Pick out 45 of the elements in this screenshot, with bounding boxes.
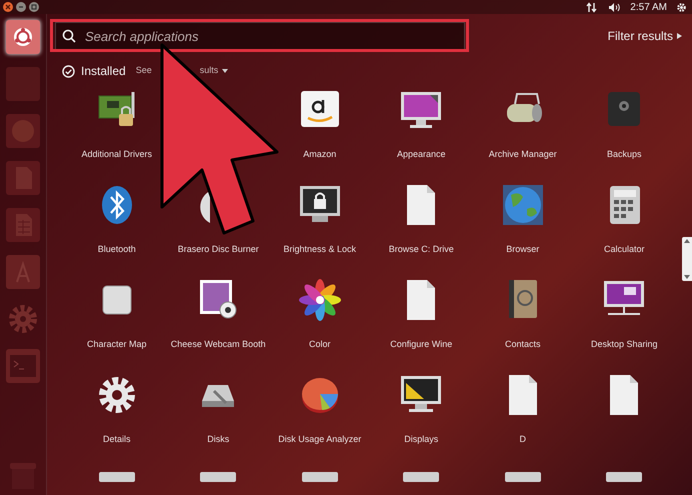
app-label[interactable]: Appearance	[396, 148, 446, 162]
app-label[interactable]: Disks	[207, 433, 230, 446]
scroll-up-icon[interactable]	[684, 239, 690, 243]
app-label[interactable]: D	[520, 433, 526, 446]
app-label[interactable]: Bluetooth	[98, 243, 136, 256]
app-label[interactable]: Brasero Disc Burner	[178, 243, 259, 256]
app-label[interactable]: Desktop Sharing	[590, 338, 658, 352]
close-icon[interactable]	[3, 2, 13, 12]
clock-time[interactable]: 2:57 AM	[630, 0, 667, 14]
app-label[interactable]: Calculator	[604, 243, 645, 256]
app-label[interactable]: Displays	[404, 433, 438, 446]
section-title: Installed	[81, 63, 126, 80]
app-label[interactable]: Details	[102, 433, 130, 446]
dash-logo-icon[interactable]	[6, 20, 40, 54]
volume-icon[interactable]	[608, 2, 622, 12]
app-label[interactable]: Color	[308, 338, 330, 352]
app-label[interactable]: Browser	[506, 243, 540, 256]
check-circle-icon	[62, 64, 75, 78]
app-label[interactable]: Cheese Webcam Booth	[170, 338, 266, 352]
search-field[interactable]: Search applications	[55, 22, 465, 50]
maximize-icon[interactable]	[29, 2, 39, 12]
flower-icon[interactable]	[298, 278, 342, 322]
globe-icon[interactable]	[500, 183, 545, 227]
app-label[interactable]: Amazon	[303, 148, 336, 162]
gear-icon[interactable]	[676, 2, 687, 12]
scrollbar[interactable]	[682, 237, 692, 281]
app-tile-icon[interactable]	[6, 67, 40, 101]
search-icon	[62, 29, 76, 43]
caret-icon	[677, 33, 682, 39]
app-label[interactable]: Archive Manager	[488, 148, 557, 162]
network-arrows-icon[interactable]	[586, 2, 598, 12]
see-more-link[interactable]: sults	[200, 64, 218, 78]
app-label[interactable]: Browse C: Drive	[388, 243, 454, 256]
app-label[interactable]: Configure Wine	[390, 338, 452, 352]
app-label[interactable]: Brightness & Lock	[283, 243, 356, 256]
app-label[interactable]: Disk Usage Analyzer	[278, 433, 362, 446]
filter-results-button[interactable]: Filter results	[608, 27, 682, 45]
see-more-link[interactable]: See	[136, 64, 152, 78]
app-label[interactable]: Contacts	[504, 338, 541, 352]
caret-icon	[222, 69, 228, 73]
app-label[interactable]: Additional Drivers	[81, 148, 152, 162]
minimize-icon[interactable]	[16, 2, 26, 12]
app-label[interactable]: Character Map	[86, 338, 147, 352]
app-label[interactable]: Backups	[606, 148, 642, 162]
scroll-down-icon[interactable]	[684, 275, 690, 279]
